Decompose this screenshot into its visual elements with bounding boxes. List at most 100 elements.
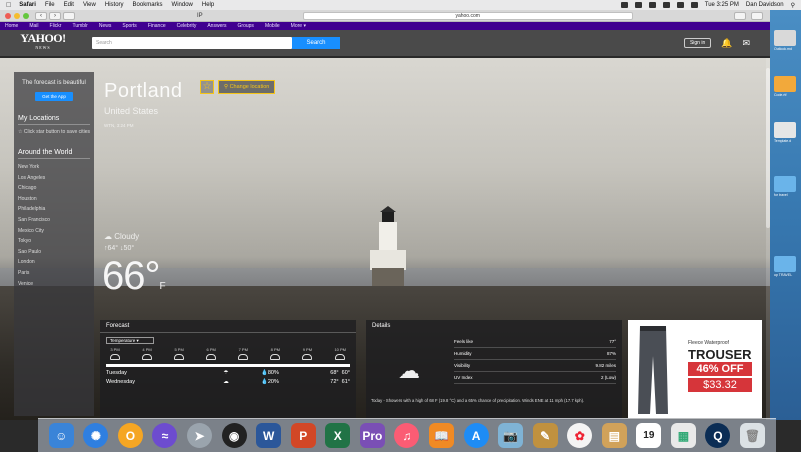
forecast-metric-select[interactable]: Temperature ▾ (106, 337, 154, 344)
menu-history[interactable]: History (105, 2, 124, 8)
city-link[interactable]: San Francisco (18, 215, 90, 226)
drive-icon[interactable] (634, 2, 642, 8)
apple-icon[interactable]:  (6, 2, 11, 9)
menu-window[interactable]: Window (172, 2, 193, 8)
forward-button[interactable]: › (49, 11, 61, 20)
detail-label: Humidity (454, 351, 472, 356)
siri-icon[interactable]: ≈ (152, 423, 178, 448)
ynav-flickr[interactable]: Flickr (50, 23, 62, 29)
city-link[interactable]: Tokyo (18, 236, 90, 247)
pro-app-icon[interactable]: Pro (359, 423, 385, 448)
desktop-file[interactable]: for travel (774, 176, 796, 197)
menu-file[interactable]: File (45, 2, 55, 8)
document-icon (774, 30, 796, 46)
day-name: Wednesday (106, 379, 135, 385)
city-link[interactable]: New York (18, 162, 90, 173)
ynav-groups[interactable]: Groups (238, 23, 254, 29)
stickies-icon[interactable]: ▤ (601, 423, 627, 448)
city-link[interactable]: Los Angeles (18, 173, 90, 184)
back-button[interactable]: ‹ (35, 11, 47, 20)
launchpad-icon[interactable]: ➤ (187, 423, 213, 448)
ynav-finance[interactable]: Finance (148, 23, 166, 29)
excel-icon[interactable]: X (325, 423, 351, 448)
sign-in-button[interactable]: Sign in (683, 38, 712, 48)
address-bar[interactable]: yahoo.com (302, 11, 633, 20)
get-app-button[interactable]: Get the App (35, 92, 73, 101)
locations-note-text: Click star button to save cities (23, 129, 91, 135)
notes-icon[interactable]: ✎ (532, 423, 558, 448)
word-icon[interactable]: W (256, 423, 282, 448)
city-link[interactable]: Houston (18, 194, 90, 205)
menu-bar:  Safari File Edit View History Bookmark… (0, 0, 801, 10)
minimize-window-icon[interactable] (14, 12, 20, 19)
volume-icon[interactable] (676, 2, 684, 8)
city-link[interactable]: Paris (18, 268, 90, 279)
tab-title[interactable]: IP (197, 13, 203, 19)
search-button[interactable]: Search (292, 37, 340, 49)
desktop-file[interactable]: Outlook.md (774, 30, 796, 51)
city-link[interactable]: Philadelphia (18, 204, 90, 215)
user-name[interactable]: Dan Davidson (746, 2, 784, 8)
city-link[interactable]: Sao Paulo (18, 247, 90, 258)
ynav-answers[interactable]: Answers (207, 23, 226, 29)
menu-edit[interactable]: Edit (64, 2, 74, 8)
ynav-more[interactable]: More ▾ (291, 23, 306, 29)
wifi-icon[interactable] (662, 2, 670, 8)
bell-icon[interactable]: 🔔 (721, 38, 732, 49)
menu-bookmarks[interactable]: Bookmarks (133, 2, 163, 8)
app-store-icon[interactable]: A (463, 423, 489, 448)
ynav-mobile[interactable]: Mobile (265, 23, 280, 29)
spotlight-icon[interactable]: ⚲ (791, 2, 795, 9)
around-world-heading: Around the World (18, 149, 90, 159)
dashboard-icon[interactable]: ◉ (221, 423, 247, 448)
bluetooth-icon[interactable] (648, 2, 656, 8)
ynav-celebrity[interactable]: Celebrity (177, 23, 197, 29)
ynav-sports[interactable]: Sports (122, 23, 136, 29)
city-link[interactable]: Venice (18, 279, 90, 290)
ynav-home[interactable]: Home (5, 23, 18, 29)
lo-temp: 50° (123, 245, 135, 252)
finder-icon[interactable]: ☺ (48, 423, 74, 448)
trouser-ad[interactable]: Fleece Waterproof TROUSER 46% OFF $33.32 (628, 320, 762, 418)
menu-help[interactable]: Help (202, 2, 214, 8)
details-title: Details (372, 323, 391, 329)
city-link[interactable]: London (18, 257, 90, 268)
search-input[interactable]: Search (92, 37, 292, 49)
menu-app-name[interactable]: Safari (19, 2, 36, 8)
ibooks-icon[interactable]: 📖 (428, 423, 454, 448)
change-location-button[interactable]: ⚲ Change location (218, 80, 276, 94)
ynav-news[interactable]: News (99, 23, 112, 29)
powerpoint-icon[interactable]: P (290, 423, 316, 448)
preview-pdf-icon[interactable]: ▦ (670, 423, 696, 448)
photos-icon[interactable]: ✿ (567, 423, 593, 448)
favorite-star-button[interactable]: ☆ (200, 80, 214, 94)
desktop-file[interactable]: Code.rtf (774, 76, 796, 97)
sidebar-toggle-icon[interactable] (63, 11, 75, 20)
trash-icon[interactable]: 🗑 (740, 423, 766, 448)
close-window-icon[interactable] (5, 12, 11, 19)
desktop-file[interactable]: Template.d (774, 122, 796, 143)
safari-icon[interactable]: ✺ (83, 423, 109, 448)
zoom-window-icon[interactable] (23, 12, 29, 19)
city-link[interactable]: Chicago (18, 183, 90, 194)
battery-icon[interactable] (690, 2, 698, 8)
outlook-icon[interactable]: O (117, 423, 143, 448)
ad-product: TROUSER (688, 347, 752, 362)
itunes-icon[interactable]: ♫ (394, 423, 420, 448)
preview-icon[interactable]: 📷 (498, 423, 524, 448)
desktop-file[interactable]: up TRAVEL (774, 256, 796, 277)
city-link[interactable]: Mexico City (18, 226, 90, 237)
quicktime-icon[interactable]: Q (705, 423, 731, 448)
temp-unit[interactable]: F (160, 281, 166, 292)
menu-view[interactable]: View (83, 2, 96, 8)
calendar-icon[interactable]: 19 (636, 423, 662, 448)
dropbox-icon[interactable] (620, 2, 628, 8)
ynav-tumblr[interactable]: Tumblr (72, 23, 87, 29)
share-icon[interactable] (734, 11, 746, 20)
yahoo-logo[interactable]: YAHOO! NEWS (14, 32, 72, 53)
ynav-mail[interactable]: Mail (29, 23, 38, 29)
clock[interactable]: Tue 3:25 PM (705, 2, 739, 8)
hour-col: 5 PM (174, 347, 185, 360)
mail-icon[interactable]: ✉ (742, 38, 750, 49)
tabs-overview-icon[interactable] (751, 11, 763, 20)
